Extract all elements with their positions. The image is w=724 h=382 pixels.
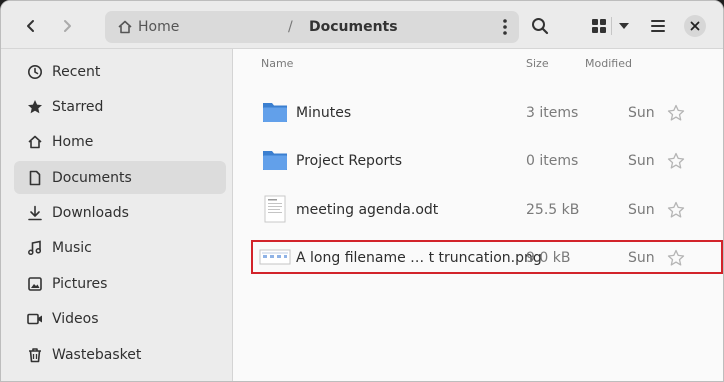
sidebar-item-music[interactable]: Music — [14, 231, 226, 264]
sidebar-item-label: Wastebasket — [52, 346, 142, 363]
sidebar-item-label: Downloads — [52, 204, 129, 221]
file-modified: Sun — [628, 202, 655, 218]
file-list-view: Name Size Modified Minutes 3 items Sun P… — [234, 49, 723, 381]
sidebar-item-label: Music — [52, 239, 92, 256]
chevron-right-icon — [64, 20, 71, 32]
close-window-button[interactable] — [684, 15, 706, 37]
file-size: 3 items — [526, 105, 579, 121]
chevron-left-icon — [27, 20, 34, 32]
close-icon — [690, 21, 700, 31]
star-icon[interactable] — [667, 201, 685, 219]
star-icon[interactable] — [667, 104, 685, 122]
sidebar: Recent Starred Home Documents Downloads … — [1, 49, 233, 381]
document-thumbnail-icon — [264, 195, 286, 223]
chevron-down-icon — [619, 23, 629, 29]
breadcrumb-home-label: Home — [138, 19, 180, 35]
sidebar-item-documents[interactable]: Documents — [14, 161, 226, 194]
breadcrumb-separator: / — [288, 19, 293, 35]
file-modified: Sun — [628, 105, 655, 121]
trash-icon — [25, 345, 45, 365]
folder-icon — [263, 103, 287, 122]
sidebar-item-pictures[interactable]: Pictures — [14, 267, 226, 300]
search-button[interactable] — [523, 10, 557, 42]
sidebar-item-label: Videos — [52, 310, 99, 327]
music-icon — [25, 238, 45, 258]
search-icon — [532, 18, 549, 35]
sidebar-item-label: Starred — [52, 98, 104, 115]
grid-view-icon — [592, 19, 606, 33]
sidebar-item-starred[interactable]: Starred — [14, 90, 226, 123]
breadcrumb-home[interactable]: Home — [117, 11, 179, 43]
file-name: meeting agenda.odt — [296, 202, 439, 218]
home-icon — [25, 132, 45, 152]
download-icon — [25, 203, 45, 223]
file-name: Project Reports — [296, 153, 403, 169]
hamburger-icon — [651, 20, 665, 32]
sidebar-item-label: Home — [52, 133, 94, 150]
sidebar-item-downloads[interactable]: Downloads — [14, 196, 226, 229]
path-bar: Home / Documents — [105, 11, 519, 43]
picture-icon — [25, 274, 45, 294]
document-icon — [25, 168, 45, 188]
sidebar-item-label: Pictures — [52, 275, 108, 292]
file-name: Minutes — [296, 105, 352, 121]
file-row[interactable]: Minutes 3 items Sun — [253, 89, 723, 137]
row-highlight-box — [251, 240, 723, 274]
star-icon — [25, 97, 45, 117]
column-header-name[interactable]: Name — [261, 57, 293, 70]
breadcrumb-current[interactable]: Documents — [309, 11, 398, 43]
video-icon — [25, 309, 45, 329]
file-size: 0 items — [526, 153, 579, 169]
vertical-dots-icon — [503, 19, 507, 35]
forward-button[interactable] — [50, 10, 84, 42]
home-icon — [118, 20, 132, 34]
folder-icon — [263, 151, 287, 170]
column-header-size[interactable]: Size — [526, 57, 549, 70]
column-header-modified[interactable]: Modified — [585, 57, 632, 70]
sidebar-item-wastebasket[interactable]: Wastebasket — [14, 338, 226, 371]
file-row[interactable]: meeting agenda.odt 25.5 kB Sun — [253, 186, 723, 234]
main-menu-button[interactable] — [641, 10, 675, 42]
file-modified: Sun — [628, 153, 655, 169]
grid-view-button[interactable] — [587, 11, 611, 41]
view-options-dropdown[interactable] — [612, 11, 636, 41]
sidebar-item-label: Recent — [52, 63, 101, 80]
sidebar-item-videos[interactable]: Videos — [14, 302, 226, 335]
sidebar-item-label: Documents — [52, 169, 132, 186]
file-row[interactable]: Project Reports 0 items Sun — [253, 137, 723, 185]
sidebar-item-recent[interactable]: Recent — [14, 55, 226, 88]
star-icon[interactable] — [667, 152, 685, 170]
sidebar-item-home[interactable]: Home — [14, 125, 226, 158]
clock-icon — [25, 62, 45, 82]
file-manager-window: Home / Documents Recent Starred Home Doc… — [0, 0, 724, 382]
header-bar: Home / Documents — [1, 1, 723, 49]
path-menu-button[interactable] — [493, 11, 517, 43]
back-button[interactable] — [14, 10, 48, 42]
view-mode-group — [587, 11, 637, 41]
file-size: 25.5 kB — [526, 202, 580, 218]
